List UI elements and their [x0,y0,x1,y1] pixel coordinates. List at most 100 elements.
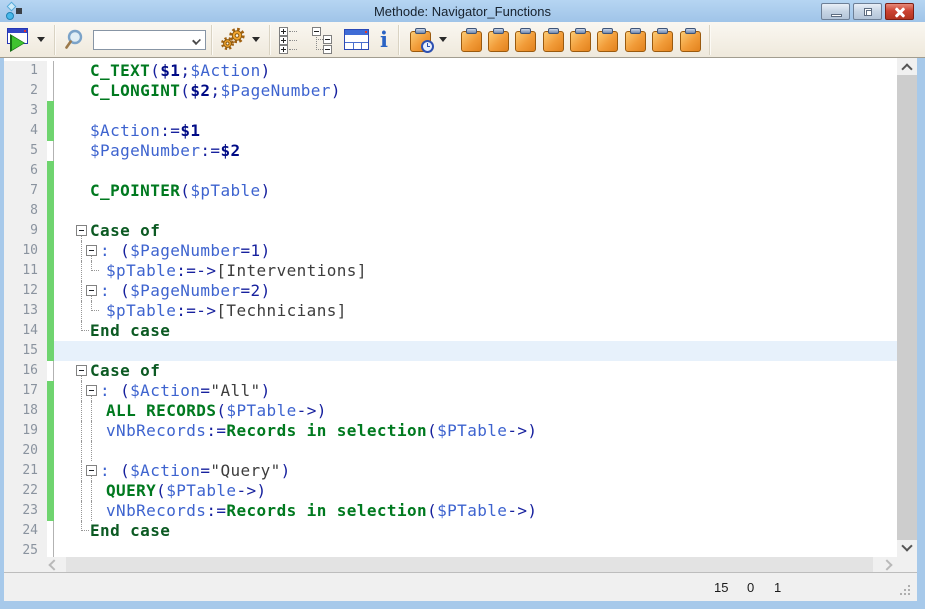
scroll-up-arrow[interactable] [901,63,912,74]
code-line[interactable]: 17: ($Action="All") [4,381,897,401]
line-number: 8 [4,201,47,221]
code-token: =2) [241,281,271,300]
code-token: : [100,461,120,480]
method-info-button[interactable]: i [375,25,393,55]
code-line[interactable]: 8 [4,201,897,221]
line-number: 10 [4,241,47,261]
code-line[interactable]: 5$PageNumber:=$2 [4,141,897,161]
chevron-down-icon[interactable] [192,36,201,45]
code-token: ( [180,181,190,200]
line-number: 25 [4,541,47,557]
modified-line-marker [47,341,54,361]
method-settings-button[interactable] [218,25,249,55]
toolbar-separator [54,25,56,55]
method-flowchart-icon [6,3,24,20]
fold-collapse-icon[interactable] [86,285,97,296]
fold-tree-line [81,421,82,441]
collapse-all-button[interactable] [310,25,336,55]
code-line[interactable]: 19vNbRecords:=Records in selection($PTab… [4,421,897,441]
code-line[interactable]: 21: ($Action="Query") [4,461,897,481]
code-token: ( [120,461,130,480]
code-token: $PTable [437,501,507,520]
code-line[interactable]: 10: ($PageNumber=1) [4,241,897,261]
clipboard-icon[interactable] [597,28,618,52]
fold-collapse-icon[interactable] [86,385,97,396]
scroll-down-arrow[interactable] [901,540,912,551]
code-line[interactable]: 7C_POINTER($pTable) [4,181,897,201]
macros-button[interactable] [405,25,436,55]
code-line[interactable]: 16Case of [4,361,897,381]
code-line[interactable]: 9Case of [4,221,897,241]
code-token: $PTable [166,481,236,500]
fold-tree-line [81,461,82,481]
code-line[interactable]: 14End case [4,321,897,341]
line-number: 16 [4,361,47,381]
code-token: C_LONGINT [90,81,180,100]
status-column-number: 0 [747,580,754,595]
vertical-scrollbar[interactable] [897,58,917,557]
clipboard-icon[interactable] [680,28,701,52]
clipboard-icon[interactable] [570,28,591,52]
clipboard-icon[interactable] [652,28,673,52]
clipboard-icon[interactable] [543,28,564,52]
code-line[interactable]: 20 [4,441,897,461]
code-line[interactable]: 25 [4,541,897,557]
modified-line-marker [47,281,54,301]
horizontal-scrollbar[interactable] [4,557,897,572]
fold-collapse-icon[interactable] [86,465,97,476]
modified-line-marker [47,441,54,461]
line-number: 13 [4,301,47,321]
line-number: 5 [4,141,47,161]
code-line[interactable]: 22QUERY($PTable->) [4,481,897,501]
code-line[interactable]: 11$pTable:=->[Interventions] [4,261,897,281]
fold-tree-line [81,281,82,301]
code-token: : [100,281,120,300]
scroll-left-arrow[interactable] [48,559,59,570]
minimize-button[interactable] [821,3,850,20]
maximize-button[interactable] [853,3,882,20]
code-line[interactable]: 3 [4,101,897,121]
fold-collapse-icon[interactable] [76,365,87,376]
run-dropdown-arrow[interactable] [37,37,45,42]
code-line[interactable]: 2C_LONGINT($2;$PageNumber) [4,81,897,101]
clipboard-icon[interactable] [488,28,509,52]
code-lines: 1C_TEXT($1;$Action)2C_LONGINT($2;$PageNu… [4,58,897,557]
change-bar-gutter [47,361,54,381]
search-icon [63,28,87,52]
vertical-scrollbar-thumb[interactable] [897,75,917,540]
horizontal-scrollbar-thumb[interactable] [66,557,873,572]
expand-all-button[interactable] [276,25,302,55]
code-line[interactable]: 24End case [4,521,897,541]
clipboard-icon[interactable] [625,28,646,52]
run-method-button[interactable] [4,25,34,55]
code-line[interactable]: 12: ($PageNumber=2) [4,281,897,301]
scroll-right-arrow[interactable] [881,559,892,570]
code-line[interactable]: 6 [4,161,897,181]
code-line[interactable]: 13$pTable:=->[Technicians] [4,301,897,321]
fold-collapse-icon[interactable] [86,245,97,256]
form-preview-button[interactable] [342,25,371,55]
fold-tree-line [91,481,92,501]
close-button[interactable] [885,3,914,20]
fold-collapse-icon[interactable] [76,225,87,236]
code-line[interactable]: 1C_TEXT($1;$Action) [4,61,897,81]
code-line[interactable]: 18ALL RECORDS($PTable->) [4,401,897,421]
resize-grip-icon[interactable] [908,593,910,595]
code-line[interactable]: 4$Action:=$1 [4,121,897,141]
fold-tree-line [81,521,89,531]
clipboard-icon[interactable] [515,28,536,52]
code-line[interactable]: 15 [4,341,897,361]
code-editor[interactable]: 1C_TEXT($1;$Action)2C_LONGINT($2;$PageNu… [4,58,897,557]
search-button[interactable] [61,25,89,55]
change-bar-gutter [47,61,54,81]
search-input[interactable] [96,32,186,48]
settings-dropdown-arrow[interactable] [252,37,260,42]
code-token: $PTable [226,401,296,420]
macros-dropdown-arrow[interactable] [439,37,447,42]
code-token: = [200,461,210,480]
code-token: vNbRecords [106,501,206,520]
code-line[interactable]: 23vNbRecords:=Records in selection($PTab… [4,501,897,521]
clipboard-icon[interactable] [461,28,482,52]
line-number: 18 [4,401,47,421]
search-combobox[interactable] [93,30,206,50]
